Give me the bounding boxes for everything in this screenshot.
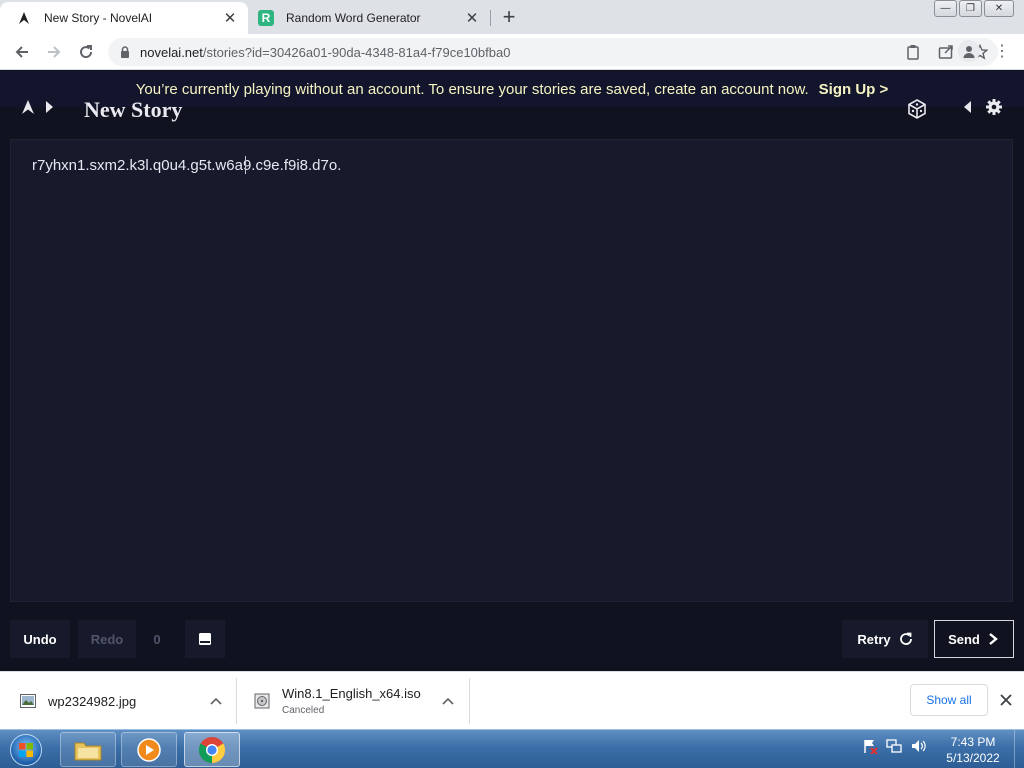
- window-controls: — ❐ ✕: [934, 0, 1014, 17]
- r-icon: R: [258, 10, 274, 26]
- network-icon[interactable]: [886, 738, 902, 759]
- chevron-up-icon[interactable]: [438, 697, 458, 705]
- tab-title: New Story - NovelAI: [44, 11, 153, 25]
- retry-button[interactable]: Retry: [842, 620, 928, 658]
- retry-icon: [899, 632, 912, 645]
- forward-button[interactable]: [42, 40, 66, 64]
- open-left-panel-icon[interactable]: [44, 100, 54, 119]
- media-player-taskbar-button[interactable]: [121, 732, 177, 767]
- editor-controls: Undo Redo 0 Retry Send: [0, 606, 1024, 670]
- windows-logo-icon: [10, 733, 42, 766]
- url-text: novelai.net/stories?id=30426a01-90da-434…: [140, 45, 510, 60]
- send-label: Send: [948, 631, 980, 647]
- download-item[interactable]: wp2324982.jpg: [10, 672, 236, 730]
- download-status: Canceled: [282, 705, 325, 716]
- volume-icon[interactable]: [910, 738, 926, 759]
- send-button[interactable]: Send: [934, 620, 1014, 658]
- open-right-panel-icon[interactable]: [963, 100, 973, 119]
- novelai-logo-icon[interactable]: [20, 99, 36, 115]
- close-tab-icon[interactable]: ✕: [462, 8, 482, 28]
- chrome-icon: [198, 736, 226, 763]
- url-host: novelai.net: [140, 44, 203, 60]
- dice-icon[interactable]: [907, 99, 927, 124]
- story-editor[interactable]: r7yhxn1.sxm2.k3l.q0u4.g5t.w6a9.c9e.f9i8.…: [10, 139, 1013, 602]
- undo-count: 0: [153, 631, 161, 647]
- memory-button[interactable]: [185, 620, 225, 658]
- tab-divider: [490, 10, 491, 26]
- redo-button[interactable]: Redo: [78, 620, 136, 658]
- book-icon: [199, 633, 211, 645]
- tab-random-word-generator[interactable]: R Random Word Generator ✕: [250, 2, 490, 34]
- close-window-button[interactable]: ✕: [984, 0, 1014, 17]
- profile-avatar-icon[interactable]: [958, 40, 980, 62]
- undo-button[interactable]: Undo: [10, 620, 70, 658]
- download-file-name: wp2324982.jpg: [48, 693, 137, 709]
- clock-time: 7:43 PM: [950, 735, 996, 749]
- media-player-icon: [137, 737, 161, 762]
- back-arrow-icon: [15, 46, 28, 58]
- chrome-menu-icon[interactable]: ⋮: [994, 41, 1010, 61]
- clock-date: 5/13/2022: [946, 751, 1000, 765]
- reload-icon: [80, 45, 93, 59]
- download-divider: [469, 678, 470, 724]
- restore-button[interactable]: ❐: [959, 0, 982, 17]
- lock-icon: [120, 46, 130, 58]
- tab-new-story[interactable]: New Story - NovelAI ✕: [0, 2, 248, 34]
- story-title[interactable]: New Story: [84, 97, 182, 123]
- address-bar[interactable]: novelai.net/stories?id=30426a01-90da-434…: [108, 38, 998, 66]
- back-button[interactable]: [10, 40, 34, 64]
- show-all-button[interactable]: Show all: [910, 684, 988, 716]
- gear-icon[interactable]: [985, 98, 1003, 121]
- image-file-icon: [20, 694, 36, 708]
- chevron-up-icon[interactable]: [206, 697, 226, 705]
- share-icon[interactable]: [938, 44, 954, 65]
- windows-taskbar: 7:43 PM 5/13/2022: [0, 729, 1024, 768]
- send-arrow-icon: [989, 633, 998, 645]
- download-shelf: wp2324982.jpg Win8.1_English_x64.iso Can…: [0, 671, 1024, 729]
- tab-title: Random Word Generator: [286, 11, 421, 25]
- close-tab-icon[interactable]: ✕: [220, 8, 240, 28]
- new-tab-button[interactable]: +: [497, 6, 521, 30]
- browser-tab-strip: New Story - NovelAI ✕ R Random Word Gene…: [0, 0, 1024, 34]
- forward-arrow-icon: [48, 46, 61, 58]
- download-divider: [236, 678, 237, 724]
- show-desktop-button[interactable]: [1014, 730, 1024, 768]
- system-tray: [862, 738, 926, 759]
- iso-file-icon: [254, 693, 270, 709]
- browser-toolbar: novelai.net/stories?id=30426a01-90da-434…: [0, 34, 1024, 70]
- banner-text: You’re currently playing without an acco…: [135, 80, 809, 98]
- novelai-icon: [16, 10, 32, 26]
- file-explorer-taskbar-button[interactable]: [60, 732, 116, 767]
- chrome-taskbar-button[interactable]: [184, 732, 240, 767]
- download-file-name: Win8.1_English_x64.iso: [282, 686, 421, 701]
- story-text: r7yhxn1.sxm2.k3l.q0u4.g5t.w6a9.c9e.f9i8.…: [32, 157, 342, 174]
- folder-icon: [74, 742, 102, 760]
- download-item[interactable]: Win8.1_English_x64.iso Canceled: [244, 672, 468, 730]
- clipboard-icon[interactable]: [906, 44, 920, 65]
- start-button[interactable]: [6, 731, 46, 768]
- text-cursor: [245, 156, 251, 174]
- system-clock[interactable]: 7:43 PM 5/13/2022: [938, 734, 1008, 766]
- sign-up-link[interactable]: Sign Up >: [819, 81, 889, 98]
- minimize-button[interactable]: —: [934, 0, 957, 17]
- action-center-flag-icon[interactable]: [862, 738, 878, 759]
- reload-button[interactable]: [74, 40, 98, 64]
- close-shelf-icon[interactable]: [996, 690, 1016, 710]
- retry-label: Retry: [857, 631, 891, 647]
- url-path: /stories?id=30426a01-90da-4348-81a4-f79c…: [202, 44, 511, 60]
